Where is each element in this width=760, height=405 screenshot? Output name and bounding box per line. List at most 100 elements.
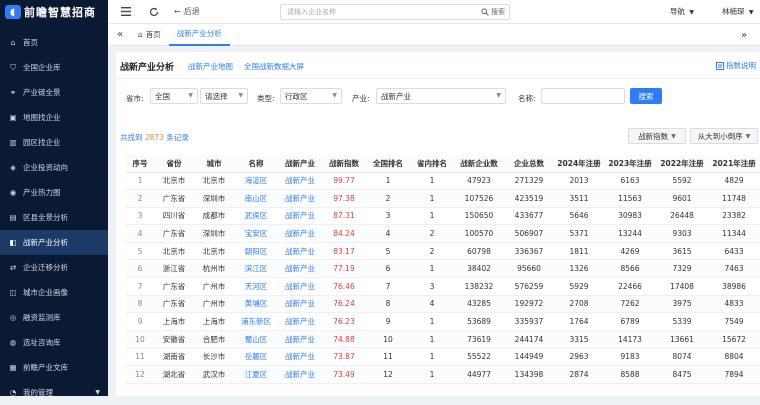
city-select[interactable]: 请选择 ▼: [200, 88, 248, 104]
industry-select[interactable]: 战新产业 ▼: [376, 88, 506, 104]
table-row[interactable]: 4 广东省 深圳市 宝安区 战新产业 84.24 4 2 100570 506907 5371 132…: [126, 224, 760, 243]
table-cell: 11748: [708, 189, 760, 208]
column-header[interactable]: 2022年注册: [656, 155, 708, 173]
search-button[interactable]: 搜索: [481, 7, 505, 17]
table-cell[interactable]: 岳麓区: [234, 347, 278, 367]
table-row[interactable]: 10 安徽省 合肥市 蜀山区 战新产业 74.88 10 1 73619 244174 3315 14…: [126, 330, 760, 349]
sidebar-item-11[interactable]: ◎ 融资监测库: [0, 305, 108, 330]
column-header[interactable]: 2021年注册: [708, 155, 760, 173]
column-header[interactable]: 2023年注册: [604, 155, 656, 173]
table-cell[interactable]: 黄埔区: [234, 295, 278, 314]
refresh-icon[interactable]: [144, 2, 164, 22]
table-row[interactable]: 1 北京市 北京市 海淀区 战新产业 99.77 1 1 47923 271329 2013 6163…: [126, 172, 760, 191]
table-cell: 广东省: [154, 189, 194, 208]
table-cell[interactable]: 战新产业: [278, 224, 322, 243]
index-help-link[interactable]: 指数说明: [716, 60, 756, 71]
table-cell[interactable]: 朝阳区: [234, 242, 278, 261]
column-header[interactable]: 名称: [234, 155, 278, 173]
nav-dropdown[interactable]: 导航 ▼: [670, 6, 694, 17]
table-cell[interactable]: 武侯区: [234, 207, 278, 226]
sort-field-dropdown[interactable]: 战新指数 ▼: [628, 128, 686, 144]
table-row[interactable]: 3 四川省 成都市 武侯区 战新产业 87.31 3 1 150650 433677 5646 309…: [126, 207, 760, 226]
province-select[interactable]: 全国 ▼: [150, 88, 198, 104]
column-header[interactable]: 省份: [154, 155, 194, 173]
table-row[interactable]: 7 广东省 广州市 天河区 战新产业 76.46 7 3 138232 576259 5929 224…: [126, 277, 760, 296]
user-icon: ◔: [9, 388, 17, 397]
table-cell[interactable]: 战新产业: [278, 172, 322, 191]
table-cell[interactable]: 战新产业: [278, 365, 322, 384]
table-cell[interactable]: 战新产业: [278, 207, 322, 226]
table-cell[interactable]: 战新产业: [278, 259, 322, 279]
column-header[interactable]: 序号: [126, 155, 154, 173]
sort-order-dropdown[interactable]: 从大到小倒序 ▼: [690, 128, 758, 144]
table-row[interactable]: 9 上海市 上海市 浦东新区 战新产业 76.23 9 1 53689 335937 1764 678…: [126, 312, 760, 331]
name-input[interactable]: [541, 88, 625, 104]
table-cell[interactable]: 滨江区: [234, 259, 278, 279]
book-icon: ▦: [9, 363, 17, 372]
table-cell[interactable]: 战新产业: [278, 242, 322, 261]
table-cell[interactable]: 海淀区: [234, 172, 278, 191]
data-screen-link[interactable]: 全国战新数据大屏: [244, 61, 304, 72]
sidebar-item-7[interactable]: ▤ 区县全景分析: [0, 205, 108, 230]
type-select[interactable]: 行政区 ▼: [280, 88, 342, 104]
table-cell[interactable]: 战新产业: [278, 312, 322, 331]
table-cell[interactable]: 战新产业: [278, 347, 322, 367]
sidebar-item-1[interactable]: ⛉ 全国企业库: [0, 55, 108, 80]
sidebar-item-2[interactable]: ⚭ 产业链全景: [0, 80, 108, 105]
table-cell[interactable]: 南山区: [234, 189, 278, 208]
table-cell[interactable]: 战新产业: [278, 330, 322, 349]
table-cell[interactable]: 战新产业: [278, 277, 322, 296]
table-row[interactable]: 12 湖北省 武汉市 江夏区 战新产业 73.49 12 1 44977 134398 2874 85…: [126, 365, 760, 384]
search-input[interactable]: 请输入企业名称: [287, 7, 336, 17]
sidebar-item-10[interactable]: ◫ 城市企业画像: [0, 280, 108, 305]
sidebar-item-5[interactable]: ◈ 企业投资动向: [0, 155, 108, 180]
tab-bar: « ⌂ 首页 战新产业分析 »: [108, 24, 760, 46]
user-menu[interactable]: 林楠琛 ▼: [722, 6, 754, 17]
sidebar-item-13[interactable]: ▦ 前瞻产业文库: [0, 355, 108, 380]
collapse-left-icon[interactable]: «: [110, 25, 130, 45]
table-cell[interactable]: 战新产业: [278, 189, 322, 208]
company-search[interactable]: 请输入企业名称 搜索: [280, 4, 510, 20]
table-row[interactable]: 11 湖南省 长沙市 岳麓区 战新产业 73.87 11 1 55522 144949 2963 91…: [126, 347, 760, 367]
sidebar-item-6[interactable]: ◉ 产业热力图: [0, 180, 108, 205]
table-row[interactable]: 6 浙江省 杭州市 滨江区 战新产业 77.19 6 1 38402 95660 1326 8566 7…: [126, 259, 760, 279]
column-header[interactable]: 战新产业: [278, 155, 322, 173]
industry-map-link[interactable]: 战新产业地图: [188, 61, 233, 72]
table-cell: 4: [366, 224, 410, 243]
sidebar-item-label: 前瞻产业文库: [23, 363, 68, 372]
collapse-right-icon[interactable]: »: [734, 25, 754, 45]
table-cell[interactable]: 宝安区: [234, 224, 278, 243]
column-header[interactable]: 战新企业数: [454, 155, 504, 173]
sidebar-item-3[interactable]: ▣ 地图找企业: [0, 105, 108, 130]
tab-home[interactable]: ⌂ 首页: [130, 24, 169, 46]
table-row[interactable]: 2 广东省 深圳市 南山区 战新产业 97.38 2 1 107526 423519 3511 115…: [126, 189, 760, 208]
sidebar-item-8[interactable]: ◧ 战新产业分析: [0, 230, 108, 255]
filter-search-button[interactable]: 搜索: [630, 88, 662, 104]
column-header[interactable]: 全国排名: [366, 155, 410, 173]
table-cell[interactable]: 江夏区: [234, 365, 278, 384]
sidebar-item-9[interactable]: ⇄ 企业迁移分析: [0, 255, 108, 280]
table-row[interactable]: 5 北京市 北京市 朝阳区 战新产业 83.17 5 2 60798 336367 1811 4269…: [126, 242, 760, 261]
column-header[interactable]: 企业总数: [504, 155, 554, 173]
table-row[interactable]: 8 广东省 广州市 黄埔区 战新产业 76.24 8 4 43285 192972 2708 7262…: [126, 295, 760, 314]
table-cell: 8: [366, 295, 410, 314]
table-cell: 423519: [504, 189, 554, 208]
column-header[interactable]: 2024年注册: [554, 155, 604, 173]
table-cell[interactable]: 蜀山区: [234, 330, 278, 349]
sidebar-item-12[interactable]: ◍ 选址咨询库: [0, 330, 108, 355]
sidebar-item-14[interactable]: ◔ 我的管理 ▼: [0, 380, 108, 405]
sidebar-item-0[interactable]: ⌂ 首页: [0, 30, 108, 55]
table-cell[interactable]: 天河区: [234, 277, 278, 296]
table-cell[interactable]: 浦东新区: [234, 312, 278, 331]
tab-strategic-industry[interactable]: 战新产业分析: [168, 24, 230, 46]
table-cell: 13244: [604, 224, 656, 243]
table-cell[interactable]: 战新产业: [278, 295, 322, 314]
column-header[interactable]: 城市: [194, 155, 234, 173]
column-header[interactable]: 省内排名: [410, 155, 454, 173]
result-count-suffix: 条记录: [166, 133, 189, 142]
back-button[interactable]: ← 后退: [174, 6, 200, 17]
menu-toggle-icon[interactable]: [116, 2, 136, 22]
table-cell: 1: [366, 172, 410, 191]
column-header[interactable]: 战新指数: [322, 155, 366, 173]
sidebar-item-4[interactable]: ▥ 园区找企业: [0, 130, 108, 155]
